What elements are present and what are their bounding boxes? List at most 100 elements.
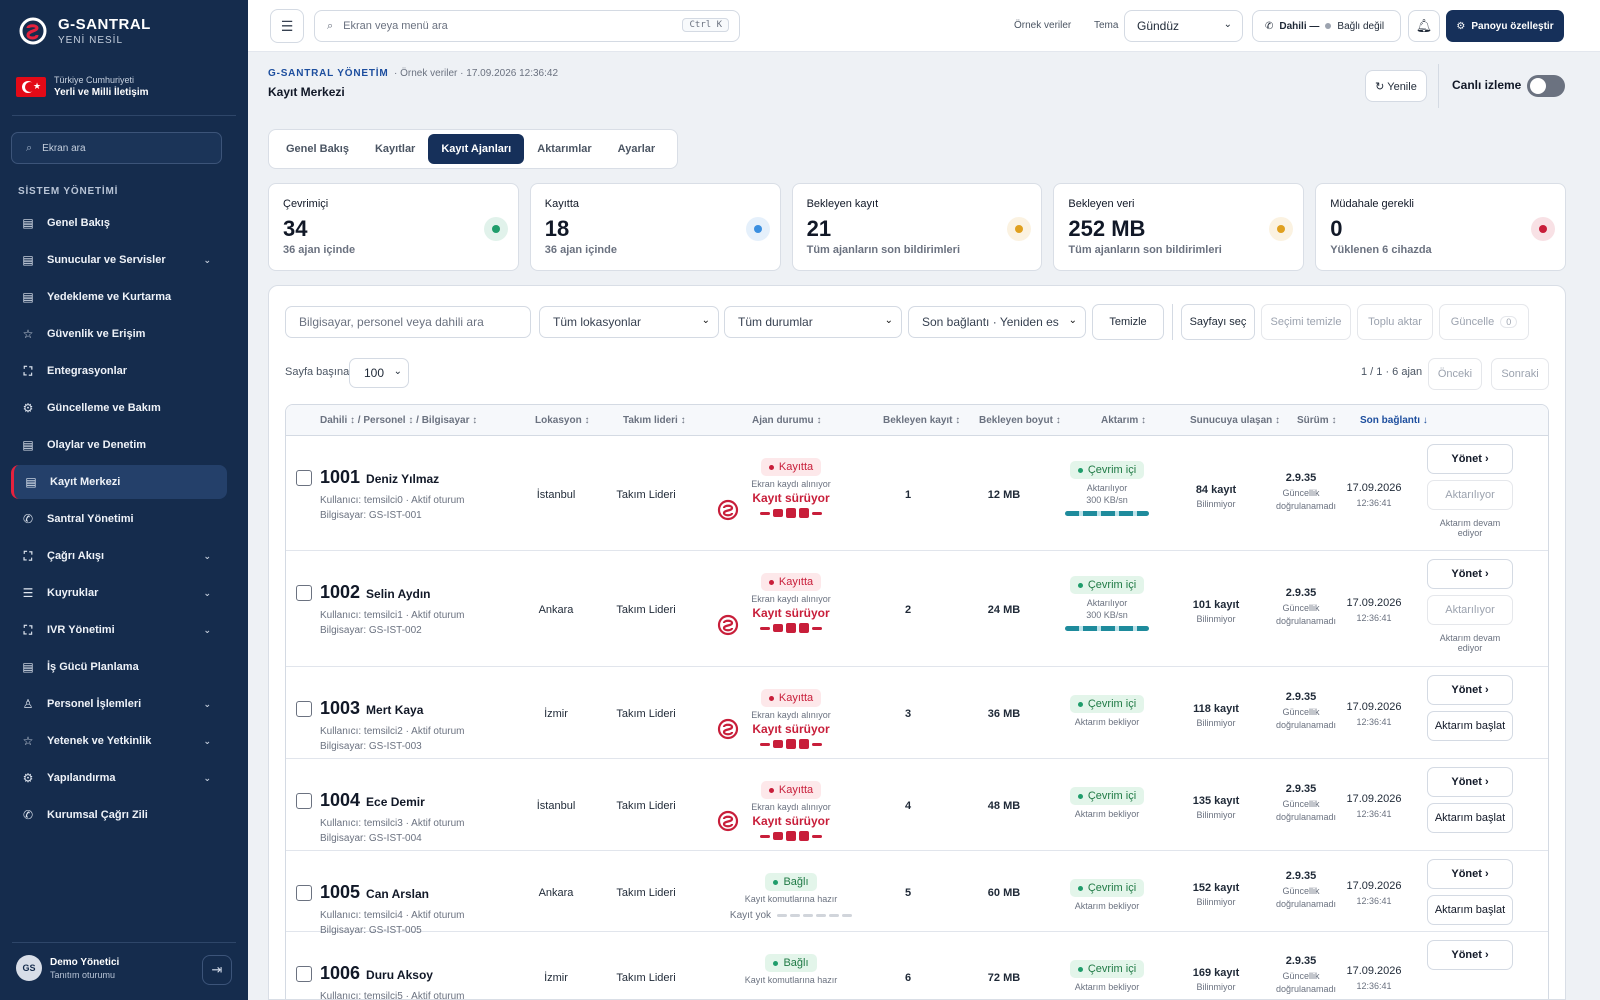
sidebar-item-11[interactable]: ⛶ IVR Yönetimi ⌄ bbox=[11, 613, 227, 647]
location-filter-select[interactable]: Tüm lokasyonlar ⌄ bbox=[539, 306, 719, 338]
extension-status-button[interactable]: ✆ Dahili — Bağlı değil bbox=[1252, 10, 1401, 42]
col-bekleyen-kayit[interactable]: Bekleyen kayıt ↕ bbox=[883, 415, 960, 426]
status-dot-icon bbox=[1325, 23, 1332, 29]
user-name: Demo Yönetici bbox=[50, 956, 120, 968]
sample-data-link[interactable]: Örnek veriler bbox=[1014, 20, 1071, 31]
transferring-button[interactable]: Aktarılıyor bbox=[1427, 480, 1513, 510]
sidebar-item-14[interactable]: ☆ Yetenek ve Yetkinlik ⌄ bbox=[11, 724, 227, 758]
user-info: Kullanıcı: temsilci2 · Aktif oturum bbox=[320, 726, 465, 737]
next-page-button[interactable]: Sonraki bbox=[1491, 358, 1549, 390]
tab-2[interactable]: Kayıt Ajanları bbox=[428, 134, 525, 164]
sidebar-item-1[interactable]: ▤ Sunucular ve Servisler ⌄ bbox=[11, 243, 227, 277]
manage-button[interactable]: Yönet › bbox=[1427, 444, 1513, 474]
global-search-placeholder: Ekran veya menü ara bbox=[343, 20, 448, 32]
chevron-down-icon: ⌄ bbox=[203, 551, 211, 561]
tab-0[interactable]: Genel Bakış bbox=[273, 134, 362, 164]
start-transfer-button[interactable]: Aktarım başlat bbox=[1427, 711, 1513, 741]
manage-button[interactable]: Yönet › bbox=[1427, 859, 1513, 889]
sidebar-item-12[interactable]: ▤ İş Gücü Planlama bbox=[11, 650, 227, 684]
sidebar-item-9[interactable]: ⛶ Çağrı Akışı ⌄ bbox=[11, 539, 227, 573]
location-cell: İzmir bbox=[544, 972, 568, 984]
col-takim-lideri[interactable]: Takım lideri ↕ bbox=[623, 415, 686, 426]
col-dahili[interactable]: Dahili ↕ / Personel ↕ / Bilgisayar ↕ bbox=[320, 415, 477, 426]
transferring-button[interactable]: Aktarılıyor bbox=[1427, 595, 1513, 625]
manage-button[interactable]: Yönet › bbox=[1427, 940, 1513, 970]
col-sunucuya-ulasan[interactable]: Sunucuya ulaşan ↕ bbox=[1190, 415, 1280, 426]
sidebar-item-4[interactable]: ⛶ Entegrasyonlar bbox=[11, 354, 227, 388]
row-checkbox[interactable] bbox=[296, 470, 312, 486]
transfer-status-label: Çevrim içi bbox=[1087, 464, 1137, 476]
agent-status-label: Kayıtta bbox=[778, 692, 814, 704]
sidebar-item-13[interactable]: ♙ Personel İşlemleri ⌄ bbox=[11, 687, 227, 721]
refresh-button[interactable]: ↻ Yenile bbox=[1365, 70, 1427, 102]
start-transfer-button[interactable]: Aktarım başlat bbox=[1427, 803, 1513, 833]
sidebar-item-3[interactable]: ☆ Güvenlik ve Erişim bbox=[11, 317, 227, 351]
bulk-transfer-button[interactable]: Toplu aktar bbox=[1357, 304, 1433, 340]
manage-button[interactable]: Yönet › bbox=[1427, 767, 1513, 797]
user-info: Kullanıcı: temsilci4 · Aktif oturum bbox=[320, 910, 465, 921]
transfer-note: Aktarılıyor bbox=[1086, 483, 1128, 493]
per-page-select[interactable]: 100 ⌄ bbox=[349, 358, 409, 388]
sidebar-item-16[interactable]: ✆ Kurumsal Çağrı Zili bbox=[11, 798, 227, 832]
extension-cell: 1004 Ece Demir bbox=[320, 790, 425, 811]
sidebar-item-7[interactable]: ▤ Kayıt Merkezi bbox=[11, 465, 227, 499]
last-connection-cell: 17.09.2026 12:36:41 bbox=[1338, 482, 1410, 508]
clear-filters-button[interactable]: Temizle bbox=[1092, 304, 1164, 340]
start-transfer-button[interactable]: Aktarım başlat bbox=[1427, 895, 1513, 925]
tab-3[interactable]: Aktarımlar bbox=[524, 134, 604, 164]
col-son-baglanti[interactable]: Son bağlantı ↓ bbox=[1360, 415, 1428, 426]
col-bekleyen-boyut[interactable]: Bekleyen boyut ↕ bbox=[979, 415, 1061, 426]
sidebar-item-15[interactable]: ⚙ Yapılandırma ⌄ bbox=[11, 761, 227, 795]
global-search-input[interactable]: ⌕ Ekran veya menü ara Ctrl K bbox=[314, 10, 740, 42]
tab-1[interactable]: Kayıtlar bbox=[362, 134, 428, 164]
sidebar-item-10[interactable]: ☰ Kuyruklar ⌄ bbox=[11, 576, 227, 610]
g-santral-logo-icon bbox=[19, 17, 47, 45]
status-filter-select[interactable]: Tüm durumlar ⌄ bbox=[724, 306, 902, 338]
sort-select[interactable]: Son bağlantı · Yeniden es ⌄ bbox=[908, 306, 1086, 338]
menu-toggle-button[interactable]: ☰ bbox=[270, 9, 304, 43]
sidebar-item-5[interactable]: ⚙ Güncelleme ve Bakım bbox=[11, 391, 227, 425]
sidebar-item-8[interactable]: ✆ Santral Yönetimi bbox=[11, 502, 227, 536]
manage-button[interactable]: Yönet › bbox=[1427, 675, 1513, 705]
table-header: Dahili ↕ / Personel ↕ / Bilgisayar ↕ Lok… bbox=[286, 405, 1548, 436]
theme-select[interactable]: Gündüz ⌄ bbox=[1124, 10, 1243, 42]
live-monitor-toggle[interactable] bbox=[1527, 75, 1565, 97]
notifications-button[interactable]: 🔔︎ bbox=[1408, 10, 1440, 42]
agents-table: Dahili ↕ / Personel ↕ / Bilgisayar ↕ Lok… bbox=[285, 404, 1549, 999]
sidebar-search-input[interactable]: ⌕ Ekran ara bbox=[11, 132, 222, 164]
row-checkbox[interactable] bbox=[296, 701, 312, 717]
agent-status-badge: Bağlı bbox=[765, 954, 817, 972]
row-checkbox[interactable] bbox=[296, 966, 312, 982]
recording-status: Kayıt sürüyor bbox=[752, 814, 830, 828]
sidebar-item-2[interactable]: ▤ Yedekleme ve Kurtarma bbox=[11, 280, 227, 314]
row-checkbox[interactable] bbox=[296, 793, 312, 809]
sidebar-item-label: Yapılandırma bbox=[47, 772, 116, 784]
row-checkbox[interactable] bbox=[296, 585, 312, 601]
prev-page-button[interactable]: Önceki bbox=[1428, 358, 1482, 390]
sidebar-item-6[interactable]: ▤ Olaylar ve Denetim bbox=[11, 428, 227, 462]
last-connection-date: 17.09.2026 bbox=[1346, 793, 1402, 805]
logout-button[interactable]: ⇥ bbox=[202, 955, 232, 985]
col-lokasyon[interactable]: Lokasyon ↕ bbox=[535, 415, 589, 426]
row-checkbox[interactable] bbox=[296, 885, 312, 901]
agent-search-input[interactable]: Bilgisayar, personel veya dahili ara bbox=[285, 306, 531, 338]
extension-number: 1005 bbox=[320, 882, 361, 902]
version-number: 2.9.35 bbox=[1285, 783, 1317, 795]
server-note: Bilinmiyor bbox=[1196, 982, 1236, 992]
tab-4[interactable]: Ayarlar bbox=[605, 134, 669, 164]
col-surum[interactable]: Sürüm ↕ bbox=[1297, 415, 1336, 426]
col-ajan-durumu[interactable]: Ajan durumu ↕ bbox=[752, 415, 821, 426]
manage-button[interactable]: Yönet › bbox=[1427, 559, 1513, 589]
server-count: 169 kayıt bbox=[1192, 967, 1240, 979]
stat-label: Müdahale gerekli bbox=[1330, 198, 1414, 210]
phone-icon: ✆ bbox=[22, 808, 34, 822]
customize-dashboard-button[interactable]: ⚙ Panoyu özelleştir bbox=[1446, 10, 1564, 42]
user-box[interactable]: GS Demo Yönetici Tanıtım oturumu bbox=[16, 955, 119, 981]
select-page-button[interactable]: Sayfayı seç bbox=[1181, 304, 1255, 340]
brand[interactable]: G-SANTRAL YENİ NESİL bbox=[18, 16, 151, 46]
version-cell: 2.9.35 Güncellik doğrulanamadı bbox=[1276, 587, 1336, 628]
col-aktarim[interactable]: Aktarım ↕ bbox=[1101, 415, 1146, 426]
update-button[interactable]: Güncelle 0 bbox=[1439, 304, 1529, 340]
sidebar-item-0[interactable]: ▤ Genel Bakış bbox=[11, 206, 227, 240]
clear-selection-button[interactable]: Seçimi temizle bbox=[1261, 304, 1351, 340]
